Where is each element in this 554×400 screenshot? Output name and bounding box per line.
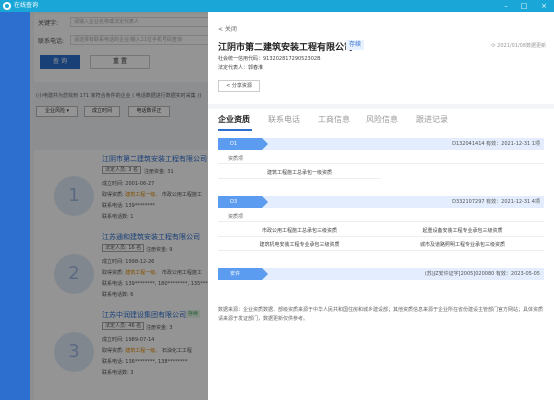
close-drawer-link[interactable]: < 关闭	[218, 24, 237, 33]
status-badge: 存续	[346, 40, 365, 50]
tab-qualifications[interactable]: 企业资质	[218, 114, 250, 125]
detail-tabs: 企业资质 联系电话 工商信息 风险信息 跟进记录	[218, 114, 548, 134]
cert-header: D3 D332107297 有效：2021-12-31 4项	[218, 196, 544, 208]
cert-level-flag: D1	[218, 138, 268, 150]
company-detail-drawer: < 关闭 江阴市第二建筑安装工程有限公司 存续 ⟳ 2021/01/08数据更新…	[208, 12, 554, 400]
tab-follow-up[interactable]: 跟进记录	[416, 114, 448, 125]
tab-risk-info[interactable]: 风险信息	[366, 114, 398, 125]
cert-info: D332107297 有效：2021-12-31 4项	[452, 199, 540, 205]
tab-business-info[interactable]: 工商信息	[318, 114, 350, 125]
share-button[interactable]: < 分享资源	[218, 80, 260, 92]
company-title: 江阴市第二建筑安装工程有限公司	[218, 43, 354, 53]
cert-level-flag: 安许	[218, 268, 268, 280]
qualification-item: 城市及道路照明工程专业承包三级资质	[381, 240, 544, 251]
app-icon	[3, 2, 11, 10]
tab-phone[interactable]: 联系电话	[268, 114, 300, 125]
cert-info: (苏)JZ安许证字[2005]020080 有效：2023-05-05	[424, 271, 540, 277]
cert-header: 安许 (苏)JZ安许证字[2005]020080 有效：2023-05-05	[218, 268, 544, 280]
data-source-note: 数据来源：企业资质数据、部级资质来源于中华人民共和国住房和城乡建设部；其他资质信…	[218, 307, 544, 322]
close-window-button[interactable]: ×	[536, 0, 552, 12]
modal-overlay[interactable]	[30, 12, 208, 400]
qualification-item: 市政公用工程施工总承包三级资质	[218, 226, 381, 237]
update-time: ⟳ 2021/01/08数据更新	[491, 42, 546, 49]
cert-info: D132041414 有效：2021-12-31 1项	[452, 141, 540, 147]
left-navigation-bar	[0, 12, 30, 400]
credit-code: 社会统一信用代码：91320281729052302B	[218, 56, 321, 62]
share-button-label: 分享资源	[231, 83, 252, 89]
section-divider	[208, 104, 554, 109]
qualification-item: 起重设备安装工程专业承包三级资质	[381, 226, 544, 237]
qualification-header: 资质项	[218, 154, 544, 164]
window-title: 在线查询	[14, 2, 39, 9]
window-title-bar: 在线查询 – □ ×	[0, 0, 554, 12]
cert-header: D1 D132041414 有效：2021-12-31 1项	[218, 138, 544, 150]
qualification-header: 资质项	[218, 212, 544, 222]
cert-level-flag: D3	[218, 196, 268, 208]
legal-representative: 法定代表人：郭春淮	[218, 65, 264, 71]
active-tab-indicator	[218, 129, 252, 131]
qualification-item: 建筑工程施工总承包一级资质	[218, 168, 381, 179]
qualification-item: 建筑机电安装工程专业承包三级资质	[218, 240, 381, 251]
minimize-button[interactable]: –	[498, 0, 514, 12]
update-time-text: 2021/01/08数据更新	[497, 43, 546, 49]
maximize-button[interactable]: □	[516, 0, 532, 12]
